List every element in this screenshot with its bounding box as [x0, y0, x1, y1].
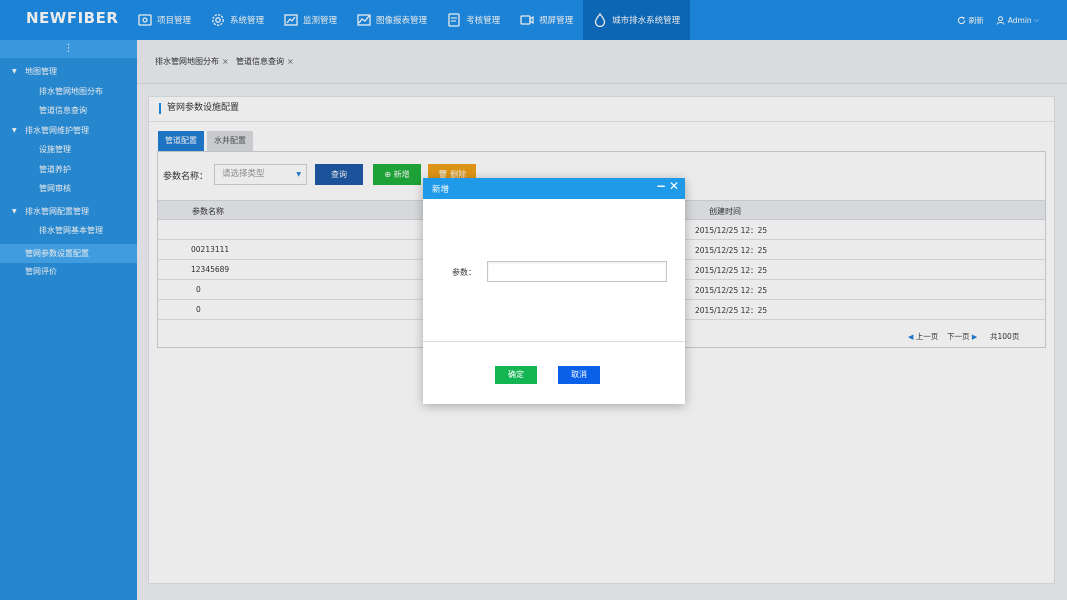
param-input[interactable] — [487, 261, 667, 282]
add-dialog: 新增 − ✕ 参数： 确定 取消 — [423, 178, 685, 404]
minimize-icon[interactable]: − — [656, 179, 666, 193]
close-icon[interactable]: ✕ — [669, 179, 679, 193]
cancel-button[interactable]: 取消 — [558, 366, 600, 384]
dialog-divider — [423, 341, 685, 342]
dialog-title: 新增 — [432, 185, 450, 195]
confirm-button[interactable]: 确定 — [495, 366, 537, 384]
dialog-header: 新增 − ✕ — [423, 178, 685, 199]
param-field-label: 参数： — [452, 268, 476, 277]
